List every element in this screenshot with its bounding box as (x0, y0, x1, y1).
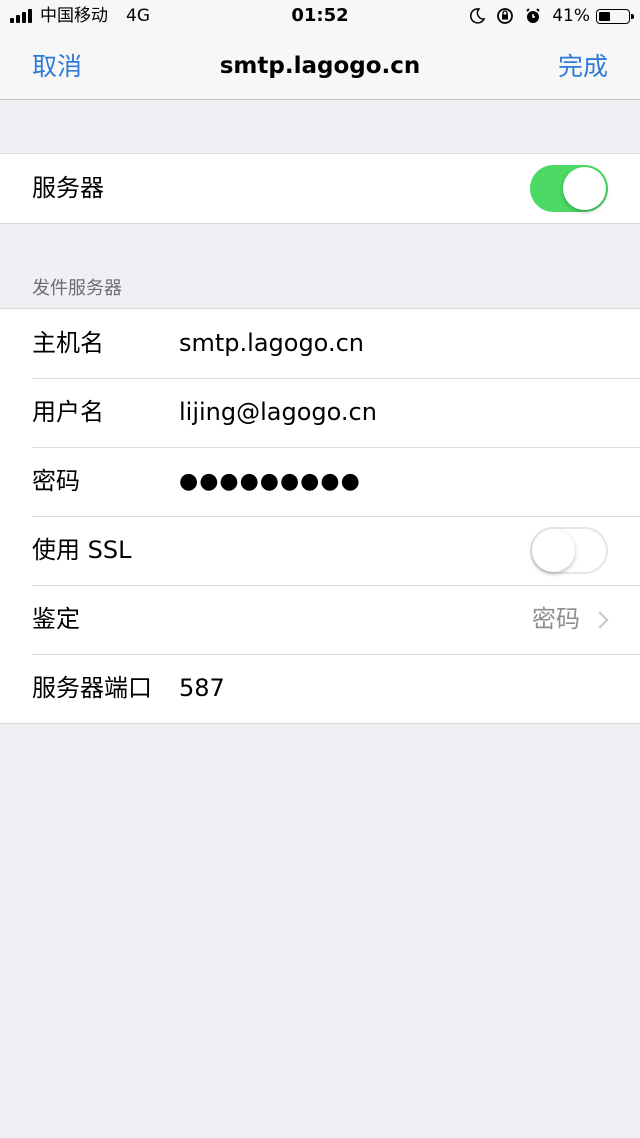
server-toggle[interactable] (530, 165, 608, 212)
moon-icon (468, 7, 486, 25)
authentication-value-wrap: 密码 (532, 585, 609, 654)
username-label: 用户名 (32, 398, 104, 426)
status-right: 41% (468, 5, 634, 27)
authentication-label: 鉴定 (32, 605, 80, 633)
status-bar: 中国移动 4G 01:52 41% (0, 0, 640, 34)
host-field[interactable]: smtp.lagogo.cn (179, 309, 364, 378)
battery-icon (596, 8, 634, 24)
navigation-bar: 取消 smtp.lagogo.cn 完成 (0, 34, 640, 100)
password-label: 密码 (32, 467, 80, 495)
outgoing-server-group: 主机名 smtp.lagogo.cn 用户名 lijing@lagogo.cn … (0, 308, 640, 724)
password-field[interactable]: ●●●●●●●●● (179, 447, 361, 516)
battery-percent: 41% (552, 6, 590, 26)
server-port-field[interactable]: 587 (179, 654, 225, 723)
outgoing-server-header: 发件服务器 (32, 278, 122, 299)
orientation-lock-icon (496, 7, 514, 25)
ssl-toggle[interactable] (530, 527, 608, 574)
host-label: 主机名 (32, 329, 104, 357)
username-row[interactable]: 用户名 lijing@lagogo.cn (0, 378, 640, 447)
server-label: 服务器 (32, 174, 104, 202)
page-title: smtp.lagogo.cn (219, 53, 421, 79)
alarm-icon (524, 7, 542, 25)
server-port-label: 服务器端口 (32, 674, 152, 702)
username-field[interactable]: lijing@lagogo.cn (179, 378, 377, 447)
ssl-row: 使用 SSL (0, 516, 640, 585)
authentication-row[interactable]: 鉴定 密码 (0, 585, 640, 654)
toggle-knob (532, 529, 575, 572)
ssl-label: 使用 SSL (32, 536, 132, 564)
done-button[interactable]: 完成 (558, 34, 608, 99)
server-group: 服务器 (0, 153, 640, 224)
host-row[interactable]: 主机名 smtp.lagogo.cn (0, 309, 640, 378)
server-row: 服务器 (0, 154, 640, 223)
toggle-knob (563, 167, 606, 210)
password-row[interactable]: 密码 ●●●●●●●●● (0, 447, 640, 516)
authentication-value: 密码 (532, 605, 580, 633)
chevron-right-icon (591, 611, 609, 628)
server-port-row[interactable]: 服务器端口 587 (0, 654, 640, 723)
